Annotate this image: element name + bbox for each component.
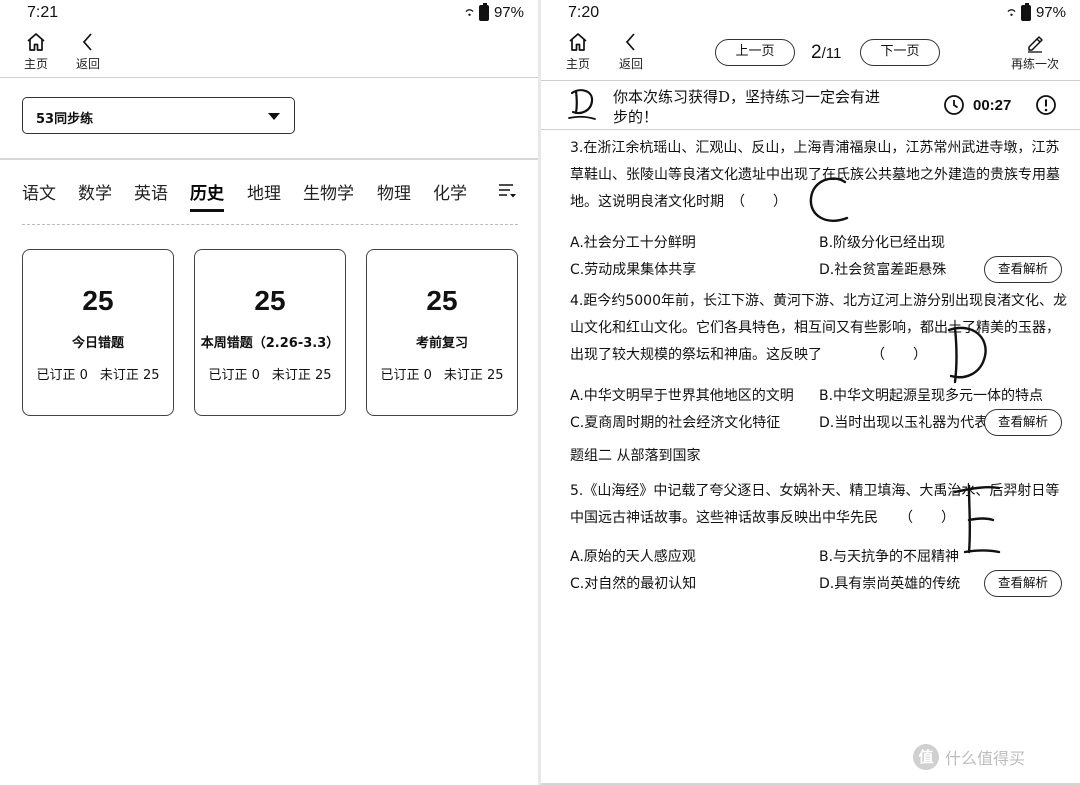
wifi-icon: [465, 9, 474, 16]
card-stats: 已订正 0 未订正 25: [367, 364, 517, 383]
option-a[interactable]: A.原始的天人感应观: [570, 546, 696, 566]
tab-english[interactable]: 英语: [134, 179, 168, 204]
watermark-text: 什么值得买: [945, 749, 1026, 768]
tab-chinese[interactable]: 语文: [22, 179, 56, 204]
question-stem: 5.《山海经》中记载了夸父逐日、女娲补天、精卫填海、大禹治水、后羿射日等中国远古…: [570, 483, 1060, 526]
alert-icon[interactable]: [1035, 94, 1057, 116]
status-time: 7:20: [568, 4, 600, 21]
uncorrected-count: 未订正 25: [271, 368, 332, 383]
back-label: 返回: [618, 57, 643, 71]
result-message: 你本次练习获得D，坚持练习一定会有进步的！: [613, 88, 881, 126]
book-selector-value: 53同步练: [36, 112, 94, 127]
week-wrong-card[interactable]: 25 本周错题（2.26-3.3） 已订正 0 未订正 25: [194, 249, 346, 416]
card-stats: 已订正 0 未订正 25: [195, 364, 345, 383]
uncorrected-count: 未订正 25: [443, 368, 504, 383]
watermark: 值 什么值得买: [913, 744, 1025, 770]
question-stem: 4.距今约5000年前，长江下游、黄河下游、北方辽河上游分别出现良渚文化、龙山文…: [570, 293, 1067, 363]
corrected-count: 已订正 0: [380, 368, 432, 383]
home-label: 主页: [23, 57, 48, 71]
section-divider: [0, 158, 538, 160]
wifi-icon: [1007, 9, 1016, 16]
right-screen: 7:20 97% 主页 返回 再练一次 上一页 2/11 下一页 D 你本次练习…: [541, 0, 1080, 785]
today-wrong-card[interactable]: 25 今日错题 已订正 0 未订正 25: [22, 249, 174, 416]
option-b[interactable]: B.中华文明起源呈现多元一体的特点: [819, 385, 1043, 405]
home-button[interactable]: 主页: [16, 31, 56, 72]
option-d[interactable]: D.当时出现以玉礼器为代表: [819, 412, 988, 432]
card-title: 本周错题（2.26-3.3）: [200, 336, 340, 351]
battery-icon: [478, 2, 489, 21]
grade-badge: D: [568, 89, 596, 120]
exam-review-card[interactable]: 25 考前复习 已订正 0 未订正 25: [366, 249, 518, 416]
chevron-left-icon: [625, 33, 635, 51]
next-page-button[interactable]: 下一页: [860, 39, 940, 66]
top-nav: 主页 返回: [0, 28, 538, 78]
view-explanation-button[interactable]: 查看解析: [984, 256, 1062, 283]
uncorrected-count: 未订正 25: [99, 368, 160, 383]
battery-icon: [1020, 2, 1031, 21]
option-b[interactable]: B.与天抗争的不屈精神: [819, 546, 959, 566]
tab-history[interactable]: 历史: [190, 179, 224, 212]
status-indicators: 97%: [465, 2, 524, 21]
status-indicators: 97%: [1007, 2, 1066, 21]
card-count: 25: [426, 285, 458, 316]
tabs-divider: [22, 224, 518, 225]
option-c[interactable]: C.夏商周时期的社会经济文化特征: [570, 412, 780, 432]
option-a[interactable]: A.中华文明早于世界其他地区的文明: [570, 385, 794, 405]
home-icon: [27, 33, 45, 51]
page-indicator: 2/11: [811, 42, 841, 64]
home-label: 主页: [565, 57, 590, 71]
tab-chemistry[interactable]: 化学: [433, 179, 467, 204]
chevron-left-icon: [82, 33, 92, 51]
question-stem: 3.在浙江余杭瑶山、汇观山、反山，上海青浦福泉山，江苏常州武进寺墩，江苏草鞋山、…: [570, 140, 1060, 210]
redo-button[interactable]: 再练一次: [1005, 31, 1065, 72]
card-count: 25: [82, 285, 114, 316]
home-icon: [569, 33, 587, 51]
tab-geography[interactable]: 地理: [247, 179, 281, 204]
card-title: 考前复习: [415, 336, 468, 351]
status-bar: 7:20 97%: [541, 0, 1080, 28]
view-explanation-button[interactable]: 查看解析: [984, 409, 1062, 436]
status-time: 7:21: [27, 4, 59, 21]
status-bar: 7:21 97%: [0, 0, 538, 28]
back-label: 返回: [75, 57, 100, 71]
card-count: 25: [254, 285, 286, 316]
tab-physics[interactable]: 物理: [377, 179, 411, 204]
tab-math[interactable]: 数学: [78, 179, 112, 204]
page-total: /11: [821, 45, 842, 62]
pencil-icon: [1028, 36, 1043, 53]
option-a[interactable]: A.社会分工十分鲜明: [570, 232, 696, 252]
back-button[interactable]: 返回: [68, 31, 108, 72]
home-button[interactable]: 主页: [558, 31, 598, 72]
view-explanation-button[interactable]: 查看解析: [984, 570, 1062, 597]
option-d[interactable]: D.社会贫富差距悬殊: [819, 259, 946, 279]
redo-label: 再练一次: [1010, 57, 1059, 71]
corrected-count: 已订正 0: [36, 368, 88, 383]
card-title: 今日错题: [71, 336, 124, 351]
corrected-count: 已订正 0: [208, 368, 260, 383]
book-selector[interactable]: 53同步练: [22, 97, 295, 134]
back-button[interactable]: 返回: [611, 31, 651, 72]
clock-icon: [944, 95, 964, 115]
option-c[interactable]: C.对自然的最初认知: [570, 573, 696, 593]
tab-menu-icon[interactable]: [497, 181, 517, 201]
caret-down-icon: [268, 113, 280, 120]
tab-biology[interactable]: 生物学: [303, 179, 354, 204]
result-banner: D 你本次练习获得D，坚持练习一定会有进步的！ 00:27: [541, 80, 1080, 130]
option-c[interactable]: C.劳动成果集体共享: [570, 259, 696, 279]
option-d[interactable]: D.具有崇尚英雄的传统: [819, 573, 960, 593]
page-current: 2: [811, 42, 822, 63]
group-title: 题组二 从部落到国家: [570, 448, 701, 464]
option-b[interactable]: B.阶级分化已经出现: [819, 232, 945, 252]
timer-value: 00:27: [973, 97, 1012, 114]
card-stats: 已订正 0 未订正 25: [23, 364, 173, 383]
battery-level: 97%: [493, 4, 524, 21]
prev-page-button[interactable]: 上一页: [715, 39, 795, 66]
battery-level: 97%: [1035, 4, 1066, 21]
watermark-logo: 值: [913, 744, 939, 770]
left-screen: 7:21 97% 主页 返回 53同步练 语文 数学 英语 历史 地理 生物学 …: [0, 0, 538, 785]
